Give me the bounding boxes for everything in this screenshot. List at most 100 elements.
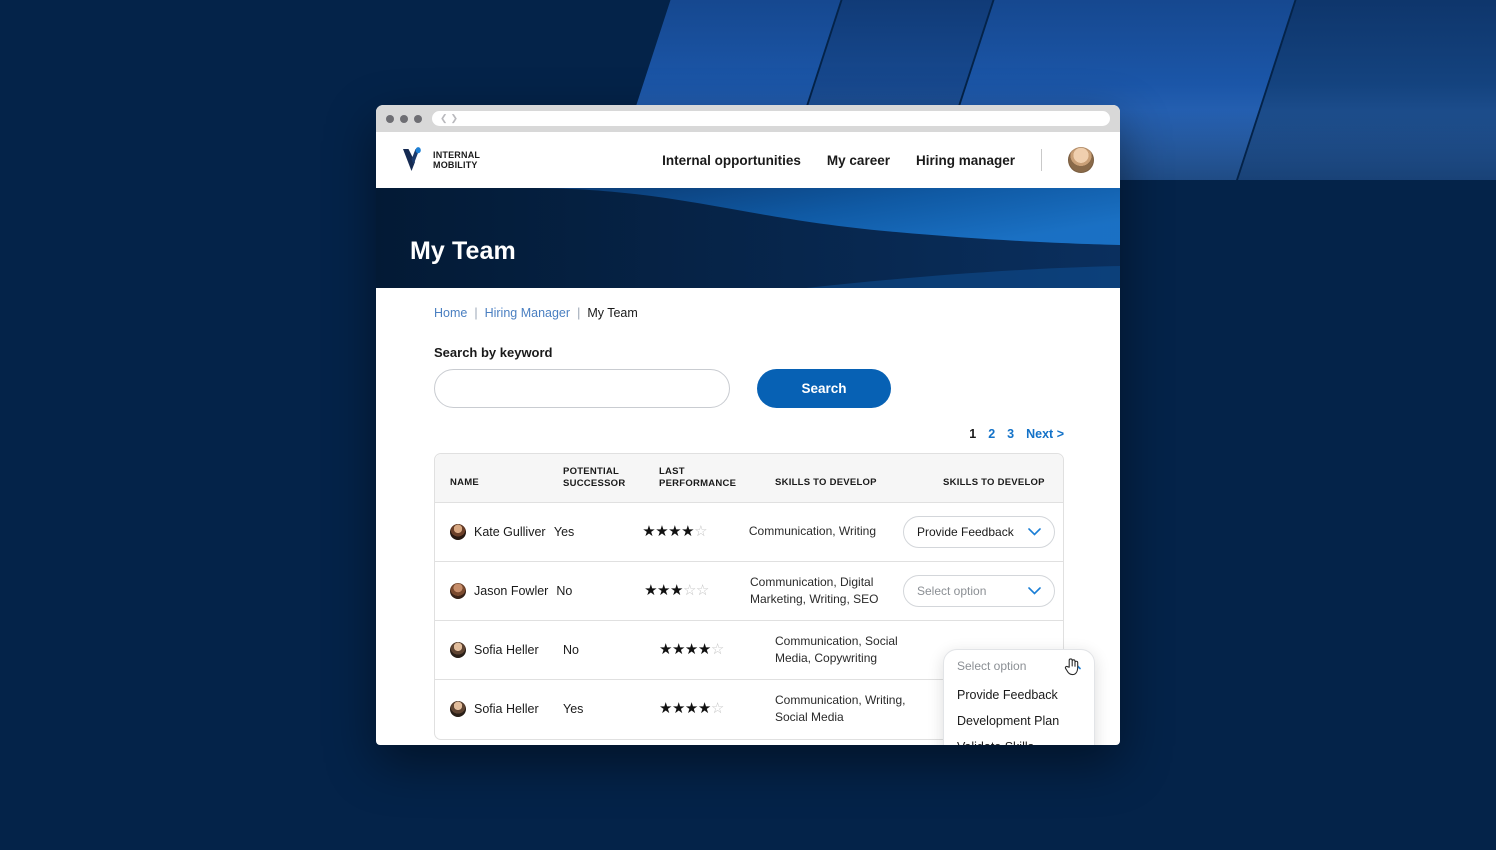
column-header-line-2: SUCCESSOR (563, 477, 626, 489)
table-body: Kate Gulliver Yes ★★★★☆ Communication, W… (435, 503, 1095, 745)
pagination-next[interactable]: Next > (1026, 427, 1064, 441)
chevron-right-icon[interactable]: ❯ (451, 114, 459, 123)
search-button[interactable]: Search (757, 369, 891, 408)
chevron-down-icon[interactable] (1028, 523, 1041, 541)
column-header-line-1: POTENTIAL (563, 466, 620, 477)
column-header-line-2: PERFORMANCE (659, 477, 737, 489)
action-select-value: Select option (917, 583, 987, 598)
browser-chrome-bar: ❮ ❯ (376, 105, 1120, 132)
cell-skills: Communication, Digital Marketing, Writin… (749, 574, 879, 606)
hero-banner: My Team (376, 188, 1120, 288)
table-row: Sofia Heller No ★★★★☆ Communication, Soc… (435, 621, 1095, 745)
cell-potential-successor: Yes (553, 524, 575, 539)
avatar (450, 701, 466, 718)
cell-name: Sofia Heller (435, 641, 563, 658)
logo-line-2: MOBILITY (433, 160, 478, 170)
chevron-up-icon[interactable] (1068, 657, 1081, 675)
table-row: Kate Gulliver Yes ★★★★☆ Communication, W… (435, 503, 1063, 562)
pagination-page-2[interactable]: 2 (988, 427, 995, 441)
maximize-icon[interactable] (414, 114, 422, 123)
avatar (450, 582, 466, 599)
search-label: Search by keyword (434, 345, 553, 360)
dropdown-option-validate-skills[interactable]: Validate Skills (944, 734, 1094, 745)
pagination-page-3[interactable]: 3 (1007, 427, 1014, 441)
logo[interactable]: INTERNAL MOBILITY (402, 147, 480, 173)
pagination-page-1[interactable]: 1 (969, 427, 976, 441)
logo-text: INTERNAL MOBILITY (433, 150, 480, 171)
pagination: 1 2 3 Next > (434, 427, 1064, 441)
breadcrumb: Home | Hiring Manager | My Team (434, 306, 1064, 320)
person-name: Sofia Heller (474, 702, 539, 717)
person-name: Jason Fowler (474, 583, 549, 598)
search-row: Search (434, 369, 1064, 408)
cell-action: Provide Feedback (902, 515, 1063, 548)
column-header-potential-successor: POTENTIAL SUCCESSOR (563, 466, 659, 490)
page-title: My Team (410, 237, 516, 265)
avatar[interactable] (1068, 147, 1094, 173)
cell-last-performance: ★★★☆☆ (644, 582, 750, 600)
cell-last-performance: ★★★★☆ (642, 523, 749, 541)
brand-v-icon (403, 147, 421, 171)
breadcrumb-separator: | (577, 306, 581, 320)
nav-item-hiring-manager[interactable]: Hiring manager (916, 153, 1015, 168)
cell-action: Select option (903, 574, 1063, 607)
cell-potential-successor: Yes (563, 702, 584, 717)
column-header-last-performance: LAST PERFORMANCE (659, 466, 775, 490)
cell-name: Jason Fowler (435, 582, 556, 599)
close-icon[interactable] (386, 114, 394, 123)
column-header-line-1: LAST (659, 466, 685, 477)
minimize-icon[interactable] (400, 114, 408, 123)
dropdown-option-provide-feedback[interactable]: Provide Feedback (944, 682, 1094, 708)
dropdown-option-development-plan[interactable]: Development Plan (944, 708, 1094, 734)
cell-skills: Communication, Writing (748, 524, 877, 539)
logo-line-1: INTERNAL (433, 149, 481, 160)
chevron-down-icon[interactable] (1028, 582, 1041, 600)
main-nav: Internal opportunities My career Hiring … (662, 147, 1094, 173)
action-select-trigger[interactable]: Select option (944, 650, 1094, 682)
column-header-skills-to-develop: SKILLS TO DEVELOP (775, 476, 877, 488)
table-row: Jason Fowler No ★★★☆☆ Communication, Dig… (435, 562, 1063, 621)
chevron-left-icon[interactable]: ❮ (440, 114, 448, 123)
table-header-row: NAME POTENTIAL SUCCESSOR LAST PERFORMANC… (435, 454, 1063, 503)
rating-stars: ★★★★☆ (659, 640, 724, 658)
site-header: INTERNAL MOBILITY Internal opportunities… (376, 132, 1120, 188)
breadcrumb-item-home[interactable]: Home (434, 306, 467, 320)
person: Kate Gulliver (450, 523, 546, 540)
cell-potential-successor: No (563, 642, 579, 657)
action-select[interactable]: Provide Feedback (902, 515, 1055, 548)
cell-skills: Communication, Social Media, Copywriting (775, 633, 898, 665)
person: Sofia Heller (450, 641, 555, 658)
url-input[interactable]: ❮ ❯ (432, 111, 1110, 126)
action-select-open[interactable]: Select option Provide Feedback Developme… (943, 648, 1095, 745)
person: Sofia Heller (450, 701, 555, 718)
person: Jason Fowler (450, 582, 549, 599)
avatar (450, 523, 466, 540)
cell-last-performance: ★★★★☆ (659, 641, 775, 659)
search-input[interactable] (434, 369, 730, 408)
person-name: Kate Gulliver (474, 524, 546, 539)
nav-divider (1041, 149, 1042, 171)
content-card: Home | Hiring Manager | My Team Search b… (400, 288, 1098, 745)
cell-potential-successor: No (556, 583, 573, 598)
column-header-skills-to-develop-action: SKILLS TO DEVELOP (943, 476, 1045, 488)
nav-item-my-career[interactable]: My career (827, 153, 890, 168)
browser-window: ❮ ❯ INTERNAL MOBILITY Internal opportuni… (376, 105, 1120, 745)
cell-name: Sofia Heller (435, 701, 563, 718)
rating-stars: ★★★★☆ (659, 700, 724, 718)
person-name: Sofia Heller (474, 642, 539, 657)
team-table: NAME POTENTIAL SUCCESSOR LAST PERFORMANC… (434, 453, 1095, 745)
breadcrumb-separator: | (474, 306, 478, 320)
rating-stars: ★★★☆☆ (644, 581, 709, 599)
action-select-value: Provide Feedback (916, 524, 1014, 539)
window-controls[interactable] (386, 114, 422, 123)
rating-stars: ★★★★☆ (642, 522, 708, 540)
cell-last-performance: ★★★★☆ (659, 700, 775, 718)
breadcrumb-item-my-team: My Team (587, 306, 638, 320)
action-select[interactable]: Select option (903, 574, 1055, 607)
cell-skills: Communication, Writing, Social Media (775, 693, 906, 725)
column-header-name: NAME (450, 476, 479, 488)
avatar (450, 641, 466, 658)
nav-item-internal-opportunities[interactable]: Internal opportunities (662, 153, 801, 168)
cell-name: Kate Gulliver (435, 523, 554, 540)
breadcrumb-item-hiring-manager[interactable]: Hiring Manager (485, 306, 570, 320)
